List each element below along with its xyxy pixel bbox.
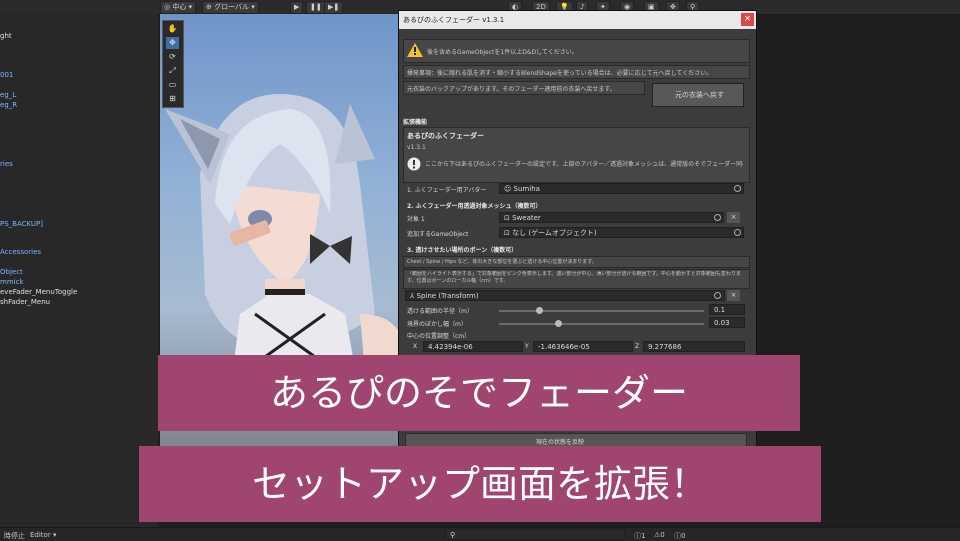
object-picker-icon[interactable] <box>734 185 741 192</box>
error-count-value: 0 <box>681 532 686 540</box>
mesh-icon: ⊡ <box>504 214 510 222</box>
radius-input[interactable]: 0.1 <box>709 304 745 315</box>
ext-section-header: 拡張機能 <box>403 119 428 126</box>
hand-tool-icon[interactable]: ✋ <box>166 23 179 35</box>
editor-dropdown[interactable]: Editor ▾ <box>30 531 56 539</box>
bone-desc-text: 「範囲をハイライト表示する」で対象範囲をピンク色表示します。濃い部分が中心、薄い… <box>407 271 741 284</box>
step-icon: ▶❚ <box>328 3 340 11</box>
pause-button[interactable]: ❚❚ <box>306 1 326 14</box>
play-button[interactable]: ▶ <box>290 1 304 14</box>
hierarchy-item[interactable]: 001 <box>0 71 13 79</box>
console-search-input[interactable]: ⚲ <box>445 529 625 540</box>
global-toggle[interactable]: ⊕ グローバル ▾ <box>202 1 259 14</box>
blur-label: 境界のぼかし幅（m） <box>407 321 467 328</box>
avatar-label: 1. ふくフェーダー用アバター <box>407 187 487 194</box>
remove-bone-button[interactable]: × <box>727 290 740 301</box>
radius-slider-handle[interactable] <box>536 307 543 314</box>
y-input[interactable]: -1.463646e-05 <box>533 341 633 352</box>
hierarchy-item[interactable]: eg_R <box>0 101 17 109</box>
warning-count-value: 0 <box>660 531 665 539</box>
x-label: X <box>413 343 418 350</box>
hierarchy-item[interactable]: Accessories <box>0 248 41 256</box>
play-icon: ▶ <box>294 3 300 11</box>
blur-slider-handle[interactable] <box>555 320 562 327</box>
hierarchy-item[interactable]: ght <box>0 32 12 40</box>
x-input[interactable]: 4.42394e-06 <box>423 341 523 352</box>
editor-label: Editor <box>30 531 51 539</box>
pivot-toggle[interactable]: ◎ 中心 ▾ <box>160 1 197 14</box>
avatar-icon: ☺ <box>504 185 512 193</box>
hierarchy-panel: ght 001 eg_L eg_R ries PS_BACKUP] Access… <box>0 14 158 527</box>
y-label: Y <box>525 343 529 350</box>
object-picker-icon[interactable] <box>714 292 721 299</box>
bone-section-title: 3. 透けさせたい場所のボーン（複数可） <box>407 247 518 254</box>
status-bar: 時停止 Editor ▾ ⚲ ⓘ1 ⚠0 ⓘ0 <box>0 527 960 541</box>
radius-slider[interactable] <box>499 310 704 312</box>
rect-tool-icon[interactable]: ▭ <box>166 79 179 91</box>
z-label: Z <box>635 343 640 350</box>
step-button[interactable]: ▶❚ <box>324 1 344 14</box>
target-label: 対象 1 <box>407 216 425 223</box>
warning-count[interactable]: ⚠0 <box>654 531 665 539</box>
offset-label: 中心の位置調整（cm） <box>407 333 471 340</box>
remove-target-button[interactable]: × <box>727 212 740 223</box>
pivot-label: 中心 <box>172 3 187 11</box>
pivot-icon: ◎ <box>164 3 171 11</box>
pause-icon: ❚❚ <box>310 3 322 11</box>
ext-info-text: ここから下はあるぴのふくフェーダーの設定です。上部のアバター／透過対象メッシュは… <box>425 161 743 168</box>
target-mesh-field[interactable]: ⊡ Sweater <box>499 212 724 223</box>
bone-icon: ⅄ <box>410 292 415 300</box>
note-text: 揮発事項：後に隠れる肌を消す・縮小するBlendShapeを使っている場合は、必… <box>407 70 713 77</box>
hierarchy-item[interactable]: PS_BACKUP] <box>0 220 43 228</box>
window-titlebar[interactable]: あるぴのふくフェーダー v1.3.1 <box>399 11 756 29</box>
caption-line-1: あるぴのそでフェーダー <box>158 355 800 431</box>
blur-input[interactable]: 0.03 <box>709 317 745 328</box>
tool-palette: ✋ ✥ ⟳ ⤢ ▭ ⊞ <box>162 20 184 108</box>
z-input[interactable]: 9.277686 <box>643 341 745 352</box>
target-mesh-value: Sweater <box>512 214 541 222</box>
add-object-value: なし (ゲームオブジェクト) <box>512 229 597 237</box>
object-icon: ⊡ <box>504 229 510 237</box>
warning-text: 後を含めるGameObjectを1件以上D&Dしてください。 <box>427 49 578 56</box>
add-object-label: 追加するGameObject <box>407 231 469 238</box>
bone-field[interactable]: ⅄ Spine (Transform) <box>405 290 725 301</box>
info-icon: ⓘ <box>634 532 641 540</box>
object-picker-icon[interactable] <box>714 214 721 221</box>
caption-line-2: セットアップ画面を拡張！ <box>139 446 821 522</box>
add-object-field[interactable]: ⊡ なし (ゲームオブジェクト) <box>499 227 744 238</box>
radius-label: 透ける範囲の半径（m） <box>407 308 473 315</box>
error-icon: ⓘ <box>674 532 681 540</box>
object-picker-icon[interactable] <box>734 229 741 236</box>
warning-icon <box>407 43 423 57</box>
search-icon: ⚲ <box>450 531 456 539</box>
avatar-value: Sumiha <box>513 185 540 193</box>
avatar-field[interactable]: ☺ Sumiha <box>499 183 744 194</box>
info-count-value: 1 <box>641 532 646 540</box>
apply-button-label: 現在の状態を反映 <box>536 439 585 446</box>
backup-text: 元衣装のバックアップがあります。そのフェーダー適用前の衣装へ戻せます。 <box>407 86 616 93</box>
mesh-section-title: 2. ふくフェーダー用透過対象メッシュ（複数可） <box>407 203 542 210</box>
close-icon[interactable]: × <box>741 13 754 26</box>
bone-value: Spine (Transform) <box>416 292 479 300</box>
rotate-tool-icon[interactable]: ⟳ <box>166 51 179 63</box>
bone-hint-text: Chest / Spine / Hips など、体の大きな部位を選ぶと透ける中心… <box>407 259 597 265</box>
ext-title: あるぴのふくフェーダー <box>407 132 484 140</box>
restore-button[interactable]: 元の衣装へ戻す <box>652 83 744 107</box>
hierarchy-item[interactable]: mmick <box>0 278 24 286</box>
blur-slider[interactable] <box>499 323 704 325</box>
move-tool-icon[interactable]: ✥ <box>166 37 179 49</box>
restore-button-label: 元の衣装へ戻す <box>675 91 724 99</box>
hierarchy-item[interactable]: shFader_Menu <box>0 298 50 306</box>
hierarchy-item[interactable]: eg_L <box>0 91 16 99</box>
globe-icon: ⊕ <box>206 3 212 11</box>
global-label: グローバル <box>214 3 250 11</box>
hierarchy-item[interactable]: eveFader_MenuToggle <box>0 288 77 296</box>
scale-tool-icon[interactable]: ⤢ <box>166 65 179 77</box>
hierarchy-item[interactable]: Object <box>0 268 23 276</box>
ext-version: v1.3.1 <box>407 144 426 151</box>
hierarchy-item[interactable]: ries <box>0 160 13 168</box>
window-title: あるぴのふくフェーダー v1.3.1 <box>403 16 505 24</box>
transform-tool-icon[interactable]: ⊞ <box>166 93 179 105</box>
info-icon <box>407 157 421 171</box>
